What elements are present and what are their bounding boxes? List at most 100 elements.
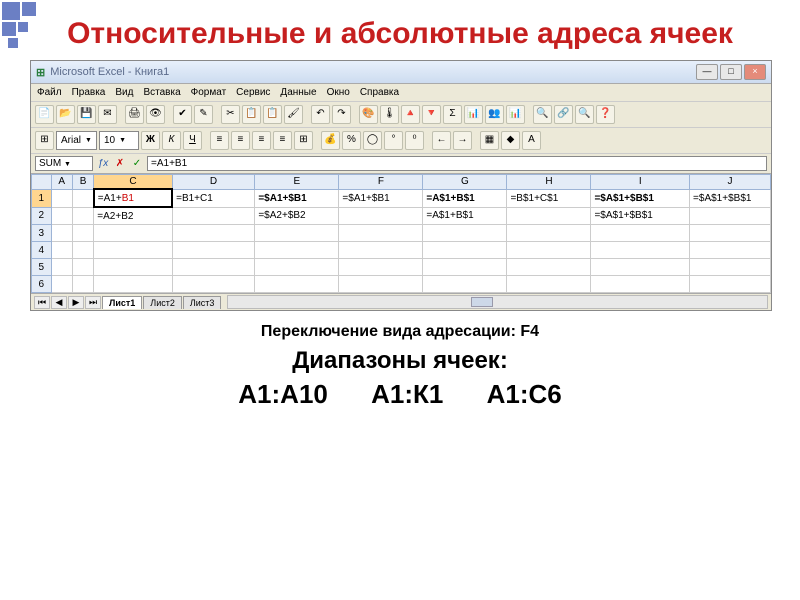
toolbar-button[interactable]: 🔺 xyxy=(401,105,420,124)
toolbar-button[interactable]: 🖨 xyxy=(125,105,144,124)
format-button[interactable]: ◯ xyxy=(363,131,382,150)
format-button[interactable]: ≡ xyxy=(273,131,292,150)
hscrollbar[interactable] xyxy=(227,295,768,309)
row-header-2[interactable]: 2 xyxy=(32,207,52,225)
toolbar-button[interactable]: 🔍 xyxy=(533,105,552,124)
name-box[interactable]: SUM ▼ xyxy=(35,156,93,171)
menu-window[interactable]: Окно xyxy=(327,87,350,98)
toolbar-button[interactable]: ✔ xyxy=(173,105,192,124)
cell-G1[interactable]: =A$1+B$1 xyxy=(423,189,507,207)
accept-button[interactable]: ✓ xyxy=(130,157,144,171)
format-button[interactable]: 💰 xyxy=(321,131,340,150)
format-button[interactable]: A xyxy=(522,131,541,150)
cell-H1[interactable]: =B$1+C$1 xyxy=(507,189,591,207)
formula-input[interactable]: =A1+B1 xyxy=(147,156,767,171)
toolbar-button[interactable]: 📋 xyxy=(242,105,261,124)
sheet-tab-2[interactable]: Лист2 xyxy=(143,296,182,309)
format-button[interactable]: ≡ xyxy=(210,131,229,150)
toolbar-button[interactable]: ↶ xyxy=(311,105,330,124)
toolbar-button[interactable]: 🔻 xyxy=(422,105,441,124)
format-button[interactable]: ← xyxy=(432,131,451,150)
font-name[interactable]: Arial▼ xyxy=(56,131,97,150)
cell-F1[interactable]: =$A1+$B1 xyxy=(339,189,423,207)
col-header-B[interactable]: B xyxy=(72,175,93,190)
toolbar-button[interactable]: 🎨 xyxy=(359,105,378,124)
format-button[interactable]: ° xyxy=(384,131,403,150)
toolbar-button[interactable]: 📋 xyxy=(263,105,282,124)
col-header-J[interactable]: J xyxy=(690,175,771,190)
toolbar-button[interactable]: ✎ xyxy=(194,105,213,124)
scroll-thumb[interactable] xyxy=(471,297,493,307)
fx-button[interactable]: ƒx xyxy=(96,157,110,171)
cell-E2[interactable]: =$A2+$B2 xyxy=(255,207,339,225)
cell-C2[interactable]: =A2+B2 xyxy=(94,207,172,225)
col-header-C[interactable]: C xyxy=(94,175,172,190)
select-all[interactable] xyxy=(32,175,52,190)
toolbar-button[interactable]: 🖌 xyxy=(284,105,303,124)
format-button[interactable]: ≡ xyxy=(231,131,250,150)
toolbar-button[interactable]: 🌡 xyxy=(380,105,399,124)
format-button[interactable]: Ч xyxy=(183,131,202,150)
cell[interactable] xyxy=(690,207,771,225)
menu-file[interactable]: Файл xyxy=(37,87,62,98)
format-button[interactable]: ≡ xyxy=(252,131,271,150)
tab-nav-next[interactable]: ▶ xyxy=(68,296,84,309)
toolbar-button[interactable]: ✂ xyxy=(221,105,240,124)
cell[interactable] xyxy=(507,207,591,225)
toolbar-button[interactable]: 📊 xyxy=(464,105,483,124)
toolbar-button[interactable]: ❓ xyxy=(596,105,615,124)
format-button[interactable]: % xyxy=(342,131,361,150)
cell[interactable] xyxy=(51,207,72,225)
toolbar-button[interactable]: 💾 xyxy=(77,105,96,124)
cell-C1[interactable]: =A1+B1 xyxy=(94,189,172,207)
minimize-button[interactable]: — xyxy=(696,64,718,80)
font-dropdown-icon[interactable]: ⊞ xyxy=(35,131,54,150)
menu-insert[interactable]: Вставка xyxy=(143,87,180,98)
row-header-3[interactable]: 3 xyxy=(32,225,52,242)
cell-D1[interactable]: =B1+C1 xyxy=(172,189,255,207)
format-button[interactable]: ◆ xyxy=(501,131,520,150)
cell-G2[interactable]: =A$1+B$1 xyxy=(423,207,507,225)
cell[interactable] xyxy=(172,207,255,225)
toolbar-button[interactable]: 🔍 xyxy=(575,105,594,124)
menu-tools[interactable]: Сервис xyxy=(236,87,270,98)
close-button[interactable]: × xyxy=(744,64,766,80)
row-header-4[interactable]: 4 xyxy=(32,242,52,259)
toolbar-button[interactable]: 👁 xyxy=(146,105,165,124)
col-header-H[interactable]: H xyxy=(507,175,591,190)
col-header-G[interactable]: G xyxy=(423,175,507,190)
cell-E1[interactable]: =$A1+$B1 xyxy=(255,189,339,207)
col-header-E[interactable]: E xyxy=(255,175,339,190)
toolbar-button[interactable]: 📊 xyxy=(506,105,525,124)
row-header-5[interactable]: 5 xyxy=(32,259,52,276)
row-header-1[interactable]: 1 xyxy=(32,189,52,207)
menu-help[interactable]: Справка xyxy=(360,87,399,98)
maximize-button[interactable]: □ xyxy=(720,64,742,80)
spreadsheet-grid[interactable]: A B C D E F G H I J 1 =A1+B1 =B1+C1 =$A1… xyxy=(31,174,771,293)
sheet-tab-1[interactable]: Лист1 xyxy=(102,296,142,309)
toolbar-button[interactable]: 👥 xyxy=(485,105,504,124)
tab-nav-prev[interactable]: ◀ xyxy=(51,296,67,309)
format-button[interactable]: Ж xyxy=(141,131,160,150)
tab-nav-last[interactable]: ⏭ xyxy=(85,296,101,309)
col-header-A[interactable]: A xyxy=(51,175,72,190)
cell-I2[interactable]: =$A$1+$B$1 xyxy=(591,207,690,225)
menu-format[interactable]: Формат xyxy=(191,87,227,98)
col-header-D[interactable]: D xyxy=(172,175,255,190)
toolbar-button[interactable]: 📂 xyxy=(56,105,75,124)
col-header-F[interactable]: F xyxy=(339,175,423,190)
toolbar-button[interactable]: ✉ xyxy=(98,105,117,124)
toolbar-button[interactable]: 🔗 xyxy=(554,105,573,124)
font-size[interactable]: 10▼ xyxy=(99,131,139,150)
menu-edit[interactable]: Правка xyxy=(72,87,106,98)
cell-A1[interactable] xyxy=(51,189,72,207)
cell-I1[interactable]: =$A$1+$B$1 xyxy=(591,189,690,207)
format-button[interactable]: ⊞ xyxy=(294,131,313,150)
cell-B1[interactable] xyxy=(72,189,93,207)
cell[interactable] xyxy=(72,207,93,225)
menu-data[interactable]: Данные xyxy=(280,87,316,98)
cell-J1[interactable]: =$A$1+$B$1 xyxy=(690,189,771,207)
tab-nav-first[interactable]: ⏮ xyxy=(34,296,50,309)
format-button[interactable]: ⁰ xyxy=(405,131,424,150)
col-header-I[interactable]: I xyxy=(591,175,690,190)
